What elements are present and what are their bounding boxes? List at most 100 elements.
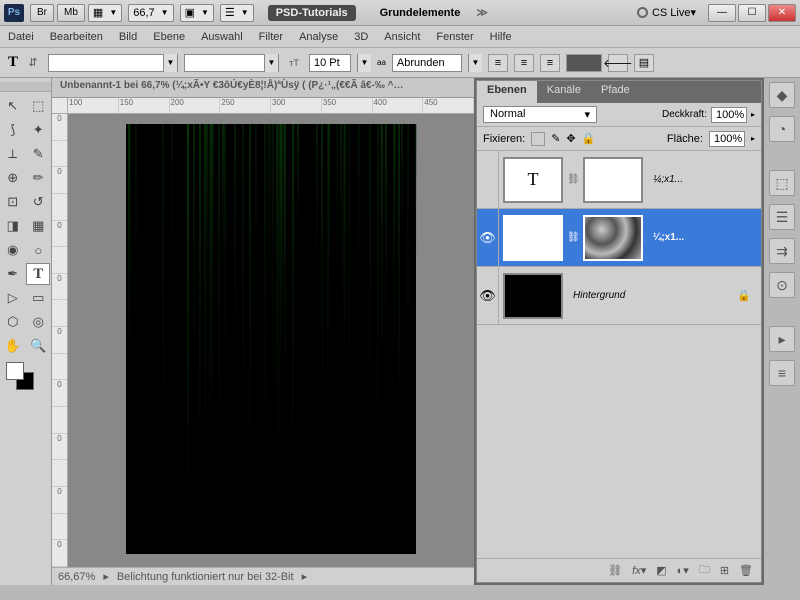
menu-filter[interactable]: Filter bbox=[259, 31, 283, 43]
workspace-button[interactable]: Grundelemente bbox=[372, 5, 469, 21]
layer-thumb[interactable]: T bbox=[503, 157, 563, 203]
mask-thumb[interactable] bbox=[583, 157, 643, 203]
dock-channels-icon[interactable]: ⇉ bbox=[769, 238, 795, 264]
crop-tool[interactable]: ⟂ bbox=[1, 143, 25, 165]
document-tab[interactable]: Unbenannt-1 bei 66,7% (¼;xÃ•Y €3ôÚ€yÈ8¦!… bbox=[52, 78, 474, 98]
zoom-dropdown[interactable]: 66,7▼ bbox=[128, 4, 173, 22]
align-right-button[interactable]: ≡ bbox=[540, 54, 560, 72]
link-icon[interactable]: ⛓ bbox=[567, 215, 579, 261]
blend-mode-dropdown[interactable]: Normal▾ bbox=[483, 106, 597, 123]
document[interactable] bbox=[126, 124, 416, 554]
opacity-arrow[interactable]: ▸ bbox=[751, 110, 755, 119]
menu-bild[interactable]: Bild bbox=[119, 31, 137, 43]
dock-adjustments-icon[interactable]: ⬚ bbox=[769, 170, 795, 196]
shape-tool[interactable]: ▭ bbox=[27, 287, 51, 309]
color-swatches[interactable] bbox=[6, 362, 34, 390]
dock-swatches-icon[interactable]: ◔ bbox=[769, 116, 795, 142]
menu-ansicht[interactable]: Ansicht bbox=[384, 31, 420, 43]
character-panel-button[interactable]: ▤ bbox=[634, 54, 654, 72]
zoom-tool[interactable]: 🔍 bbox=[27, 335, 51, 357]
link-layers-button[interactable]: ⛓ bbox=[608, 564, 622, 577]
ruler-horizontal[interactable]: 100 150 200 250 300 350 400 450 bbox=[52, 98, 474, 114]
minimize-button[interactable]: — bbox=[708, 4, 736, 22]
eraser-tool[interactable]: ◨ bbox=[1, 215, 25, 237]
stamp-tool[interactable]: ⊡ bbox=[1, 191, 25, 213]
menu-datei[interactable]: Datei bbox=[8, 31, 34, 43]
status-zoom[interactable]: 66,67% bbox=[58, 571, 95, 583]
magic-wand-tool[interactable]: ✦ bbox=[27, 119, 51, 141]
arrange-dropdown[interactable]: ☰▼ bbox=[220, 4, 254, 22]
layer-name[interactable]: ¼;x1... bbox=[647, 174, 761, 185]
menu-hilfe[interactable]: Hilfe bbox=[490, 31, 512, 43]
dock-history-icon[interactable]: ▸ bbox=[769, 326, 795, 352]
fg-color[interactable] bbox=[6, 362, 24, 380]
delete-layer-button[interactable]: 🗑 bbox=[739, 564, 753, 577]
blur-tool[interactable]: ◉ bbox=[1, 239, 25, 261]
dock-masks-icon[interactable]: ☰ bbox=[769, 204, 795, 230]
cs-live-button[interactable]: CS Live ▾ bbox=[637, 6, 696, 19]
visibility-toggle[interactable] bbox=[477, 151, 499, 208]
font-size-arrow[interactable]: ▼ bbox=[357, 54, 371, 72]
lock-all-button[interactable]: 🔒 bbox=[582, 132, 596, 145]
pen-tool[interactable]: ✒ bbox=[1, 263, 24, 285]
lock-position-button[interactable]: ✥ bbox=[566, 132, 575, 145]
menu-auswahl[interactable]: Auswahl bbox=[201, 31, 243, 43]
layer-row[interactable]: T⛓ ¼;x1... bbox=[477, 151, 761, 209]
layer-thumb[interactable] bbox=[503, 273, 563, 319]
type-tool[interactable]: T bbox=[26, 263, 50, 285]
layer-name[interactable]: Hintergrund bbox=[567, 290, 737, 301]
move-tool[interactable]: ↖ bbox=[1, 95, 25, 117]
history-brush-tool[interactable]: ↺ bbox=[27, 191, 51, 213]
minibridge-button[interactable]: Mb bbox=[57, 4, 85, 22]
menu-bearbeiten[interactable]: Bearbeiten bbox=[50, 31, 103, 43]
hand-tool[interactable]: ✋ bbox=[1, 335, 25, 357]
layer-thumb[interactable]: T bbox=[503, 215, 563, 261]
workspace-active[interactable]: PSD-Tutorials bbox=[268, 5, 356, 21]
dodge-tool[interactable]: ○ bbox=[27, 239, 51, 261]
bridge-button[interactable]: Br bbox=[30, 4, 54, 22]
tab-pfade[interactable]: Pfade bbox=[591, 81, 640, 103]
panel-grip[interactable] bbox=[0, 82, 51, 92]
close-button[interactable]: ✕ bbox=[768, 4, 796, 22]
link-icon[interactable]: ⛓ bbox=[567, 157, 579, 203]
mask-button[interactable]: ◩ bbox=[656, 564, 666, 577]
healing-tool[interactable]: ⊕ bbox=[1, 167, 25, 189]
fill-arrow[interactable]: ▸ bbox=[751, 134, 755, 143]
new-layer-button[interactable]: ⊞ bbox=[720, 564, 729, 577]
text-color-swatch[interactable] bbox=[566, 54, 602, 72]
menu-fenster[interactable]: Fenster bbox=[436, 31, 473, 43]
layer-row[interactable]: 👁 Hintergrund 🔒 bbox=[477, 267, 761, 325]
align-center-button[interactable]: ≡ bbox=[514, 54, 534, 72]
brush-tool[interactable]: ✏ bbox=[27, 167, 51, 189]
screen-mode-dropdown[interactable]: ▣▼ bbox=[180, 4, 214, 22]
marquee-tool[interactable]: ⬚ bbox=[27, 95, 51, 117]
fx-button[interactable]: fx▾ bbox=[632, 564, 646, 577]
eyedropper-tool[interactable]: ✎ bbox=[27, 143, 51, 165]
3d-camera-tool[interactable]: ◎ bbox=[27, 311, 51, 333]
menu-3d[interactable]: 3D bbox=[354, 31, 368, 43]
visibility-toggle[interactable]: 👁 bbox=[477, 209, 499, 266]
font-family-dropdown[interactable]: ▼ bbox=[48, 54, 178, 72]
workspace-overflow-icon[interactable]: ≫ bbox=[476, 6, 488, 19]
layer-row[interactable]: 👁 T⛓ ¼;x1... bbox=[477, 209, 761, 267]
view-mode-dropdown[interactable]: ▦▼ bbox=[88, 4, 122, 22]
text-orientation-icon[interactable]: ⇵ bbox=[24, 54, 42, 72]
tab-ebenen[interactable]: Ebenen bbox=[477, 81, 537, 103]
antialias-dropdown[interactable]: Abrunden bbox=[392, 54, 462, 72]
font-size-field[interactable]: 10 Pt bbox=[309, 54, 351, 72]
opacity-field[interactable]: 100% bbox=[711, 107, 747, 123]
canvas[interactable] bbox=[68, 114, 474, 567]
lasso-tool[interactable]: ⟆ bbox=[1, 119, 25, 141]
lock-image-button[interactable]: ✎ bbox=[551, 132, 560, 145]
dock-color-icon[interactable]: ◆ bbox=[769, 82, 795, 108]
warp-text-button[interactable]: 🡐 bbox=[608, 54, 628, 72]
lock-transparency-button[interactable] bbox=[531, 132, 545, 146]
menu-ebene[interactable]: Ebene bbox=[153, 31, 185, 43]
font-style-dropdown[interactable]: ▼ bbox=[184, 54, 279, 72]
dock-actions-icon[interactable]: ≡ bbox=[769, 360, 795, 386]
3d-tool[interactable]: ⬡ bbox=[1, 311, 25, 333]
adjustment-button[interactable]: ◐▾ bbox=[677, 564, 689, 577]
align-left-button[interactable]: ≡ bbox=[488, 54, 508, 72]
tab-kanaele[interactable]: Kanäle bbox=[537, 81, 591, 103]
aa-arrow[interactable]: ▼ bbox=[468, 54, 482, 72]
